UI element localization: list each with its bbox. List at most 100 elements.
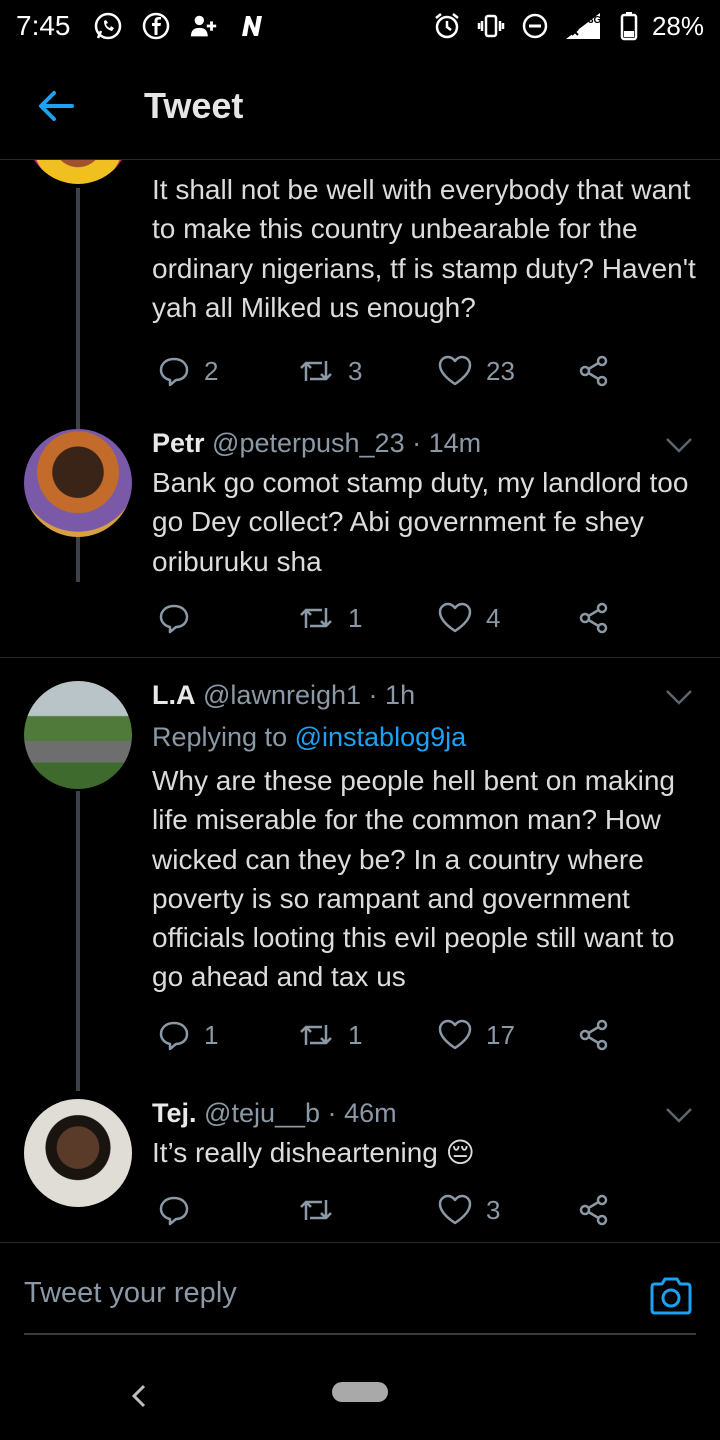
back-button[interactable] xyxy=(28,78,84,134)
author-name[interactable]: Tej. xyxy=(152,1098,197,1128)
reply-input[interactable]: Tweet your reply xyxy=(24,1277,237,1310)
tweet-item[interactable]: Petr @peterpush_23 · 14m Bank go comot s… xyxy=(0,425,720,657)
heart-icon xyxy=(438,1194,472,1225)
retweet-icon xyxy=(300,608,332,628)
retweet-button[interactable]: 3 xyxy=(298,351,362,391)
reply-icon xyxy=(159,1196,189,1226)
replying-label: Replying to xyxy=(152,722,288,752)
system-navigation xyxy=(0,1352,720,1440)
like-count: 3 xyxy=(486,1194,501,1225)
signal-icon: 3G xyxy=(564,11,606,41)
retweet-button[interactable] xyxy=(298,1190,348,1230)
battery-icon xyxy=(620,11,638,41)
status-time: 7:45 xyxy=(16,10,71,41)
reply-input-underline xyxy=(24,1333,696,1335)
heart-icon xyxy=(438,355,472,386)
avatar[interactable] xyxy=(26,160,130,184)
like-button[interactable]: 4 xyxy=(438,598,500,638)
avatar[interactable] xyxy=(24,681,132,789)
retweet-count: 1 xyxy=(348,1019,363,1050)
add-friend-icon xyxy=(189,11,219,41)
like-button[interactable]: 23 xyxy=(438,351,515,391)
separator-dot: · xyxy=(368,680,378,710)
share-button[interactable] xyxy=(578,351,610,391)
page-title: Tweet xyxy=(144,84,244,126)
battery-percentage: 28% xyxy=(651,10,704,41)
share-button[interactable] xyxy=(578,1190,610,1230)
author-handle[interactable]: @peterpush_23 xyxy=(212,428,405,458)
tweet-content: L.A @lawnreigh1 · 1h Replying to @instab… xyxy=(152,677,696,997)
retweet-count: 3 xyxy=(348,355,363,386)
avatar[interactable] xyxy=(24,429,132,537)
alarm-icon xyxy=(432,11,462,41)
tweet-actions: 3 xyxy=(152,1190,622,1230)
author-handle[interactable]: @lawnreigh1 xyxy=(203,680,361,710)
share-icon xyxy=(579,355,608,387)
tweet-content: Petr @peterpush_23 · 14m Bank go comot s… xyxy=(152,425,696,581)
home-pill[interactable] xyxy=(332,1382,388,1402)
tweet-item[interactable]: Tej. @teju__b · 46m It’s really disheart… xyxy=(0,1095,720,1242)
share-icon xyxy=(579,1019,608,1051)
chevron-down-icon[interactable] xyxy=(664,1105,694,1125)
author-handle[interactable]: @teju__b xyxy=(204,1098,320,1128)
tweet-time: 46m xyxy=(344,1098,397,1128)
reply-button[interactable]: 2 xyxy=(158,351,218,391)
reply-icon xyxy=(159,357,189,387)
avatar[interactable] xyxy=(24,1099,132,1207)
camera-icon xyxy=(650,1277,692,1315)
divider xyxy=(0,657,720,658)
tweet-item[interactable]: It shall not be well with everybody that… xyxy=(0,160,720,582)
tweet-content: It shall not be well with everybody that… xyxy=(152,170,696,327)
camera-button[interactable] xyxy=(648,1273,694,1319)
like-button[interactable]: 3 xyxy=(438,1190,500,1230)
share-button[interactable] xyxy=(578,598,610,638)
tweet-item[interactable]: L.A @lawnreigh1 · 1h Replying to @instab… xyxy=(0,677,720,1097)
like-button[interactable]: 17 xyxy=(438,1015,515,1055)
retweet-button[interactable]: 1 xyxy=(298,598,362,638)
reply-count: 2 xyxy=(204,355,219,386)
replying-to: Replying to @instablog9ja xyxy=(152,717,696,757)
share-icon xyxy=(579,1194,608,1226)
chevron-down-icon[interactable] xyxy=(664,435,694,455)
whatsapp-icon xyxy=(93,11,123,41)
tweet-meta: L.A @lawnreigh1 · 1h xyxy=(152,677,696,713)
tweet-time: 14m xyxy=(428,428,482,458)
retweet-button[interactable]: 1 xyxy=(298,1015,362,1055)
tweet-text: It’s really disheartening 😔 xyxy=(152,1137,475,1168)
reply-button[interactable] xyxy=(158,1190,204,1230)
share-button[interactable] xyxy=(578,1015,610,1055)
chevron-down-icon[interactable] xyxy=(664,687,694,707)
reply-count: 1 xyxy=(204,1019,219,1050)
tweet-thread[interactable]: It shall not be well with everybody that… xyxy=(0,160,720,1242)
reply-button[interactable] xyxy=(158,598,204,638)
separator-dot: · xyxy=(412,428,422,458)
like-count: 4 xyxy=(486,602,501,633)
author-name[interactable]: Petr xyxy=(152,428,205,458)
tweet-meta: Petr @peterpush_23 · 14m xyxy=(152,425,696,461)
vibrate-icon xyxy=(476,11,506,41)
reply-composer: Tweet your reply xyxy=(0,1242,720,1352)
facebook-icon xyxy=(141,11,171,41)
tweet-meta: Tej. @teju__b · 46m xyxy=(152,1095,696,1131)
tweet-actions: 1 4 xyxy=(152,598,622,638)
tweet-actions: 1 1 17 xyxy=(152,1015,622,1055)
reply-icon xyxy=(159,1021,189,1051)
retweet-count: 1 xyxy=(348,602,363,633)
reply-button[interactable]: 1 xyxy=(158,1015,218,1055)
tweet-actions: 2 3 23 xyxy=(152,351,622,391)
author-name[interactable]: L.A xyxy=(152,680,196,710)
separator-dot: · xyxy=(327,1098,337,1128)
like-count: 23 xyxy=(486,355,515,386)
tweet-text: It shall not be well with everybody that… xyxy=(152,174,696,323)
status-bar: 7:45 3G 28% xyxy=(0,0,720,52)
app-header: Tweet xyxy=(0,52,720,160)
tweet-time: 1h xyxy=(385,680,416,710)
share-icon xyxy=(579,602,608,634)
like-count: 17 xyxy=(486,1019,515,1050)
heart-icon xyxy=(438,602,472,633)
nav-back-icon[interactable] xyxy=(128,1380,150,1412)
n-app-icon xyxy=(237,11,267,41)
retweet-icon xyxy=(300,361,332,381)
network-type-label: 3G xyxy=(588,15,602,26)
mention-link[interactable]: @instablog9ja xyxy=(295,722,467,752)
